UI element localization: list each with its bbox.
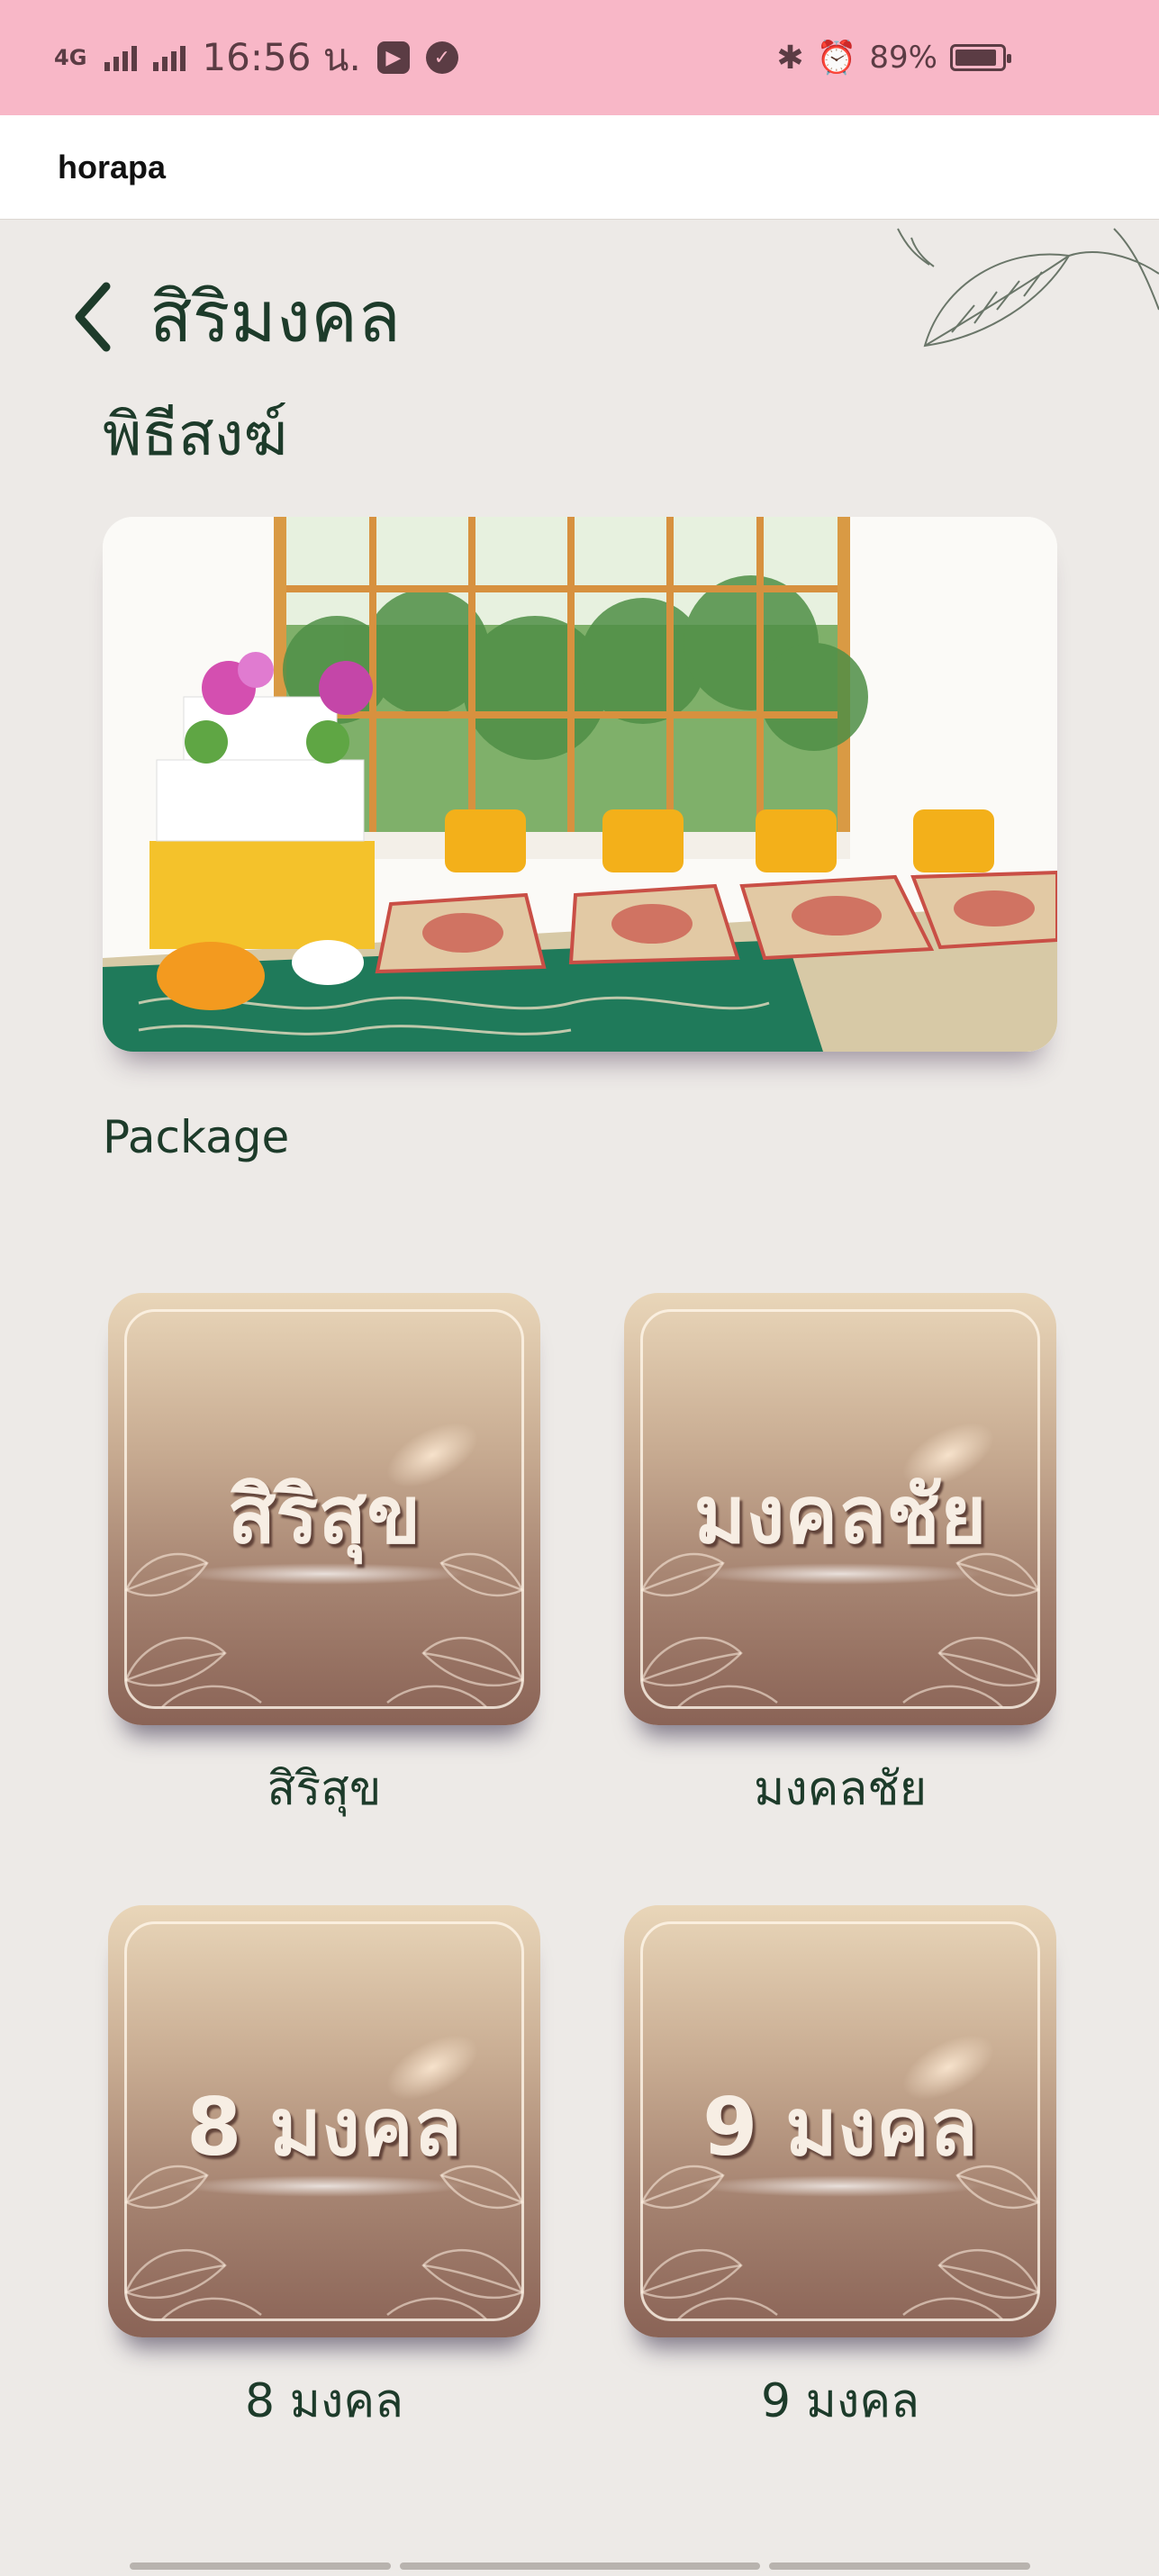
alarm-icon: ⏰ — [816, 40, 857, 77]
tile-label: 8 มงคล — [186, 2081, 462, 2174]
header-row: สิริมงคล — [70, 261, 401, 373]
indicator-segment — [769, 2562, 1030, 2570]
package-caption[interactable]: สิริสุข — [108, 1750, 540, 1825]
package-tile[interactable]: 9 มงคล — [624, 1905, 1056, 2337]
page-title: สิริมงคล — [149, 277, 401, 358]
notification-icon: ✓ — [425, 41, 458, 74]
network-type: 4G — [54, 45, 87, 70]
battery-icon — [950, 44, 1011, 71]
back-arrow-icon[interactable] — [70, 276, 124, 357]
status-right: ✱ ⏰ 89% — [776, 39, 1011, 77]
package-caption[interactable]: มงคลชัย — [624, 1750, 1056, 1825]
app-title: horapa — [58, 148, 167, 185]
package-item-mongkolchai[interactable]: มงคลชัย มงคลชัย — [624, 1293, 1056, 1825]
signal-icon-2 — [153, 44, 186, 71]
leaf-decoration-icon — [897, 228, 1159, 348]
tile-label: 9 มงคล — [702, 2081, 978, 2174]
youtube-icon: ▶ — [376, 41, 410, 74]
bluetooth-icon: ✱ — [776, 39, 804, 77]
package-tile[interactable]: มงคลชัย — [624, 1293, 1056, 1725]
indicator-segment — [130, 2562, 391, 2570]
signal-icon — [104, 44, 138, 71]
package-tile[interactable]: สิริสุข — [108, 1293, 540, 1725]
battery-fill — [955, 50, 996, 66]
package-label: Package — [103, 1111, 290, 1163]
tile-label: สิริสุข — [227, 1469, 421, 1561]
package-item-8-mongkol[interactable]: 8 มงคล 8 มงคล — [108, 1905, 540, 2437]
ceremony-room-photo — [103, 517, 1057, 1052]
package-caption[interactable]: 8 มงคล — [108, 2363, 540, 2437]
battery-percent: 89% — [869, 40, 937, 76]
package-caption[interactable]: 9 มงคล — [624, 2363, 1056, 2437]
package-tile[interactable]: 8 มงคล — [108, 1905, 540, 2337]
app-bar: horapa — [0, 115, 1159, 220]
status-bar: 4G 16:56 น. ▶ ✓ ✱ ⏰ 89% — [0, 0, 1159, 115]
clock: 16:56 น. — [202, 35, 361, 79]
package-item-9-mongkol[interactable]: 9 มงคล 9 มงคล — [624, 1905, 1056, 2437]
indicator-segment — [400, 2562, 760, 2570]
bottom-scroll-indicator — [130, 2562, 1030, 2570]
tile-label: มงคลชัย — [693, 1469, 987, 1561]
section-title: พิธีสงฆ์ — [103, 400, 288, 469]
status-left: 4G 16:56 น. ▶ ✓ — [54, 28, 458, 87]
package-item-sirisuk[interactable]: สิริสุข สิริสุข — [108, 1293, 540, 1825]
ceremony-room-illustration — [103, 517, 1057, 1052]
